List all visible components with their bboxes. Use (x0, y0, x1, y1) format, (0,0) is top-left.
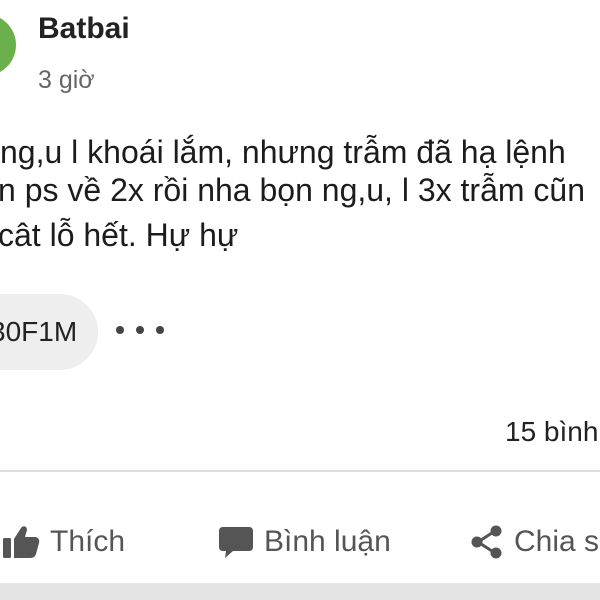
share-label: Chia sẻ (514, 525, 600, 558)
like-label: Thích (50, 525, 126, 558)
divider (0, 470, 600, 472)
like-button[interactable]: Thích (2, 518, 125, 566)
share-icon (470, 524, 504, 560)
comment-count[interactable]: 15 bình (505, 416, 598, 448)
comment-button[interactable]: Bình luận (218, 518, 391, 566)
speech-bubble-icon (218, 525, 254, 559)
share-button[interactable]: Chia sẻ (470, 518, 600, 566)
tag-chip-label[interactable]: 30F1M (0, 316, 77, 348)
author-name[interactable]: Batbai (38, 12, 130, 46)
comment-label: Bình luận (264, 525, 391, 558)
post-text-line-2: n ps về 2x rồi nha bọn ng,u, l 3x trẫm c… (0, 172, 585, 208)
dot (136, 326, 144, 334)
post-text-line-1: ng,u l khoái lắm, nhưng trẫm đã hạ lệnh (0, 134, 566, 170)
post-time[interactable]: 3 giờ (38, 66, 95, 95)
post-card: Batbai 3 giờ ng,u l khoái lắm, nhưng trẫ… (0, 0, 600, 583)
thumbs-up-icon (2, 525, 40, 559)
more-dots-icon[interactable] (116, 320, 164, 340)
feed-separator (0, 583, 600, 600)
dot (116, 326, 124, 334)
avatar[interactable] (0, 14, 16, 76)
post-text-line-3: cât lỗ hết. Hự hự (0, 217, 239, 253)
dot (156, 326, 164, 334)
